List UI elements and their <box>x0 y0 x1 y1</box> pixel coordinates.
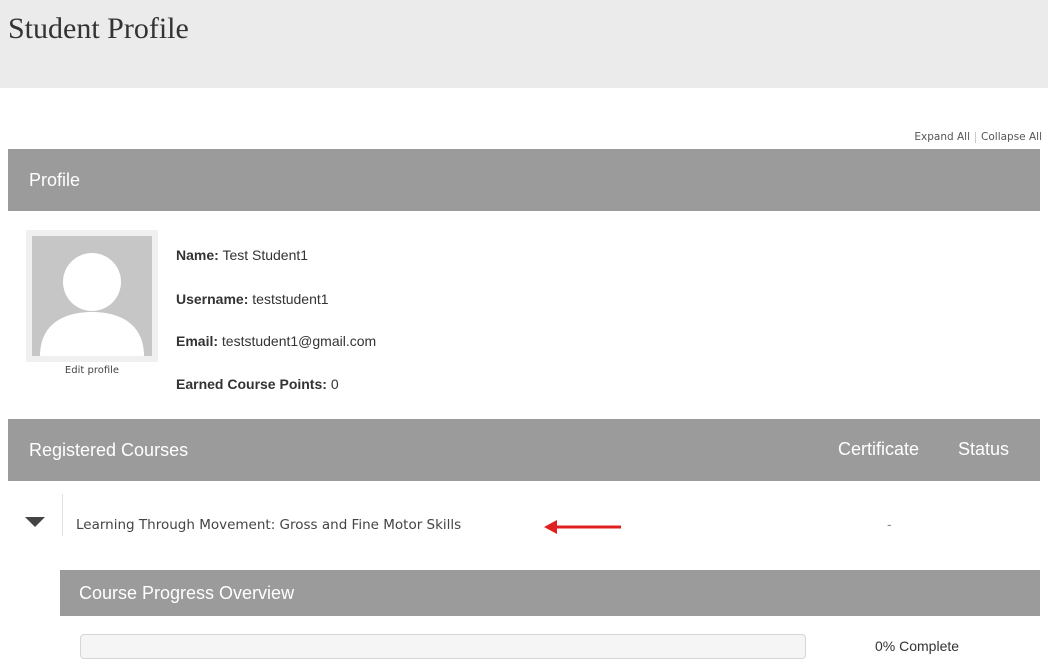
name-label: Name: <box>176 247 219 263</box>
certificate-value: - <box>887 516 892 532</box>
edit-profile-link[interactable]: Edit profile <box>26 365 158 376</box>
page-header: Student Profile <box>0 0 1048 88</box>
status-column-header: Status <box>958 439 1010 459</box>
collapse-all-link[interactable]: Collapse All <box>981 131 1042 143</box>
course-progress-title: Course Progress Overview <box>79 582 295 603</box>
avatar[interactable] <box>26 230 158 362</box>
divider <box>62 494 63 536</box>
points-row: Earned Course Points: 0 <box>176 376 339 392</box>
name-row: Name: Test Student1 <box>176 247 308 263</box>
certificate-column-header: Certificate <box>838 439 920 459</box>
email-row: Email: teststudent1@gmail.com <box>176 333 376 349</box>
email-label: Email: <box>176 333 219 349</box>
email-value: teststudent1@gmail.com <box>221 333 377 349</box>
expand-all-link[interactable]: Expand All <box>914 131 970 143</box>
course-progress-header[interactable]: Course Progress Overview <box>60 570 1040 616</box>
registered-courses-title: Registered Courses <box>29 439 189 460</box>
separator <box>975 131 977 143</box>
points-label: Earned Course Points: <box>176 376 327 392</box>
username-row: Username: teststudent1 <box>176 291 329 307</box>
red-arrow-left-icon <box>544 520 621 534</box>
user-silhouette-icon <box>32 236 152 356</box>
profile-section-title: Profile <box>29 169 81 190</box>
course-title-link[interactable]: Learning Through Movement: Gross and Fin… <box>76 517 461 533</box>
registered-courses-header[interactable]: Registered Courses Certificate Status <box>8 419 1040 481</box>
progress-bar <box>80 634 806 659</box>
progress-label: 0% Complete <box>875 638 960 654</box>
username-value: teststudent1 <box>252 291 329 307</box>
page-title: Student Profile <box>8 12 189 45</box>
profile-section-header[interactable]: Profile <box>8 149 1040 211</box>
triangle-down-icon[interactable] <box>25 517 45 527</box>
username-label: Username: <box>176 291 249 307</box>
points-value: 0 <box>330 376 339 392</box>
expand-collapse-controls: Expand All Collapse All <box>914 131 1042 143</box>
name-value: Test Student1 <box>222 247 309 263</box>
